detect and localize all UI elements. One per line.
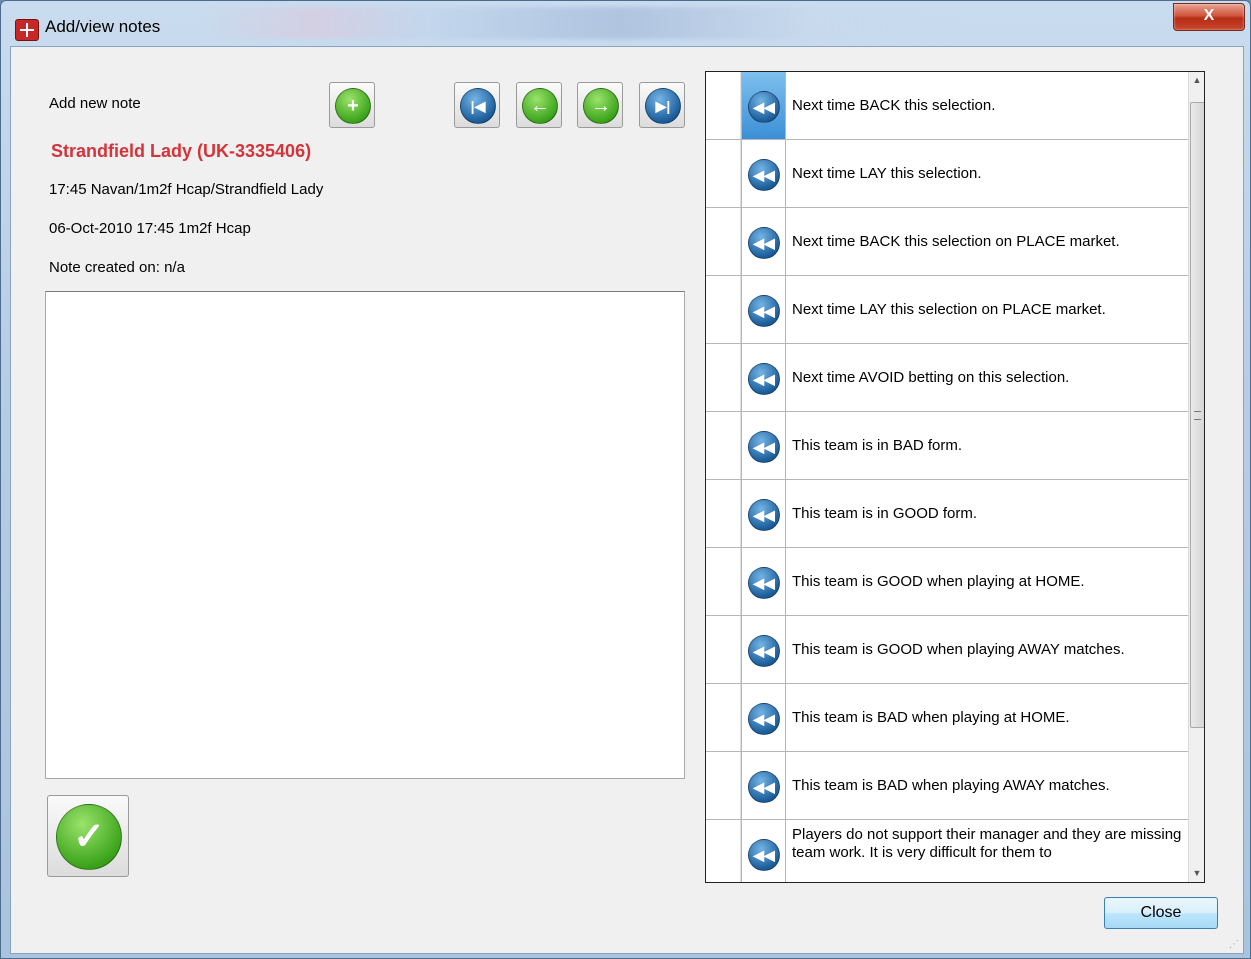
rewind-icon: ◀◀: [748, 703, 780, 735]
row-header: [706, 140, 741, 207]
note-templates-list: ◀◀ Next time BACK this selection. ◀◀ Nex…: [706, 72, 1188, 882]
template-text: This team is GOOD when playing AWAY matc…: [792, 640, 1125, 658]
template-text: Next time BACK this selection on PLACE m…: [792, 232, 1120, 250]
rewind-icon: ◀◀: [748, 227, 780, 259]
scroll-down-icon[interactable]: ▼: [1189, 865, 1204, 882]
insert-template-cell[interactable]: ◀◀: [741, 684, 786, 751]
template-row[interactable]: ◀◀ Next time LAY this selection on PLACE…: [706, 276, 1188, 344]
rewind-icon: ◀◀: [748, 499, 780, 531]
template-row[interactable]: ◀◀ This team is GOOD when playing AWAY m…: [706, 616, 1188, 684]
template-text: Players do not support their manager and…: [792, 826, 1182, 861]
background-blur: [201, 7, 961, 39]
rewind-icon: ◀◀: [748, 295, 780, 327]
row-header: [706, 480, 741, 547]
prev-icon: ←: [522, 88, 558, 124]
title-bar[interactable]: Add/view notes X: [1, 1, 1250, 45]
template-row[interactable]: ◀◀ This team is BAD when playing at HOME…: [706, 684, 1188, 752]
template-text: This team is in GOOD form.: [792, 504, 978, 522]
row-header: [706, 616, 741, 683]
grip-icon: [1194, 411, 1201, 420]
rewind-icon: ◀◀: [748, 363, 780, 395]
insert-template-cell[interactable]: ◀◀: [741, 72, 786, 139]
selection-name: Strandfield Lady (UK-3335406): [51, 141, 312, 161]
template-text: Next time LAY this selection on PLACE ma…: [792, 300, 1106, 318]
template-row[interactable]: ◀◀ This team is in BAD form.: [706, 412, 1188, 480]
template-row[interactable]: ◀◀ This team is BAD when playing AWAY ma…: [706, 752, 1188, 820]
template-row[interactable]: ◀◀ Next time LAY this selection.: [706, 140, 1188, 208]
insert-template-cell[interactable]: ◀◀: [741, 344, 786, 411]
insert-template-cell[interactable]: ◀◀: [741, 208, 786, 275]
app-icon: [15, 19, 39, 41]
rewind-icon: ◀◀: [748, 567, 780, 599]
template-text: This team is BAD when playing at HOME.: [792, 708, 1070, 726]
first-icon: |◀: [460, 88, 496, 124]
note-templates-grid[interactable]: ◀◀ Next time BACK this selection. ◀◀ Nex…: [705, 71, 1205, 883]
insert-template-cell[interactable]: ◀◀: [741, 276, 786, 343]
last-icon: ▶|: [645, 88, 681, 124]
note-textarea[interactable]: [45, 291, 685, 779]
market-path: 17:45 Navan/1m2f Hcap/Strandfield Lady: [49, 181, 324, 198]
note-created-label: Note created on: n/a: [49, 259, 185, 276]
template-text: This team is in BAD form.: [792, 436, 963, 454]
first-note-button[interactable]: |◀: [454, 82, 500, 128]
vertical-scrollbar[interactable]: ▲ ▼: [1188, 72, 1204, 882]
next-icon: →: [583, 88, 619, 124]
dialog-body: Add new note + |◀ ← → ▶| Strandfield Lad…: [10, 46, 1244, 954]
insert-template-cell[interactable]: ◀◀: [741, 616, 786, 683]
row-header: [706, 344, 741, 411]
resize-grip-icon[interactable]: ⋰: [1229, 939, 1241, 951]
template-text: Next time AVOID betting on this selectio…: [792, 368, 1070, 386]
rewind-icon: ◀◀: [748, 771, 780, 803]
template-text: Next time BACK this selection.: [792, 96, 996, 114]
template-row[interactable]: ◀◀ This team is GOOD when playing at HOM…: [706, 548, 1188, 616]
template-row[interactable]: ◀◀ Next time AVOID betting on this selec…: [706, 344, 1188, 412]
last-note-button[interactable]: ▶|: [639, 82, 685, 128]
template-row[interactable]: ◀◀ Next time BACK this selection on PLAC…: [706, 208, 1188, 276]
template-row[interactable]: ◀◀ This team is in GOOD form.: [706, 480, 1188, 548]
event-info: 06-Oct-2010 17:45 1m2f Hcap: [49, 220, 251, 237]
template-row[interactable]: ◀◀ Next time BACK this selection.: [706, 72, 1188, 140]
rewind-icon: ◀◀: [748, 635, 780, 667]
add-new-note-label: Add new note: [49, 95, 141, 112]
template-text: This team is GOOD when playing at HOME.: [792, 572, 1085, 590]
insert-template-cell[interactable]: ◀◀: [741, 820, 786, 882]
next-note-button[interactable]: →: [577, 82, 623, 128]
previous-note-button[interactable]: ←: [516, 82, 562, 128]
window-title: Add/view notes: [45, 17, 161, 36]
row-header: [706, 752, 741, 819]
rewind-icon: ◀◀: [748, 159, 780, 191]
save-note-button[interactable]: ✓: [47, 795, 129, 877]
row-header: [706, 820, 741, 882]
template-row[interactable]: ◀◀ Players do not support their manager …: [706, 820, 1188, 882]
insert-template-cell[interactable]: ◀◀: [741, 140, 786, 207]
template-text: This team is BAD when playing AWAY match…: [792, 776, 1110, 794]
window-close-button[interactable]: X: [1173, 3, 1245, 31]
row-header: [706, 208, 741, 275]
scroll-up-icon[interactable]: ▲: [1189, 72, 1204, 89]
plus-icon: +: [335, 88, 371, 124]
row-header: [706, 684, 741, 751]
close-button[interactable]: Close: [1104, 897, 1218, 929]
rewind-icon: ◀◀: [748, 91, 780, 123]
row-header: [706, 72, 741, 139]
insert-template-cell[interactable]: ◀◀: [741, 480, 786, 547]
row-header: [706, 548, 741, 615]
checkmark-icon: ✓: [56, 804, 122, 870]
insert-template-cell[interactable]: ◀◀: [741, 548, 786, 615]
add-note-button[interactable]: +: [329, 82, 375, 128]
insert-template-cell[interactable]: ◀◀: [741, 412, 786, 479]
rewind-icon: ◀◀: [748, 431, 780, 463]
scroll-thumb[interactable]: [1190, 102, 1204, 728]
template-text: Next time LAY this selection.: [792, 164, 982, 182]
row-header: [706, 412, 741, 479]
row-header: [706, 276, 741, 343]
rewind-icon: ◀◀: [748, 839, 780, 871]
add-view-notes-window: Add/view notes X Add new note + |◀ ← → ▶…: [0, 0, 1251, 959]
insert-template-cell[interactable]: ◀◀: [741, 752, 786, 819]
